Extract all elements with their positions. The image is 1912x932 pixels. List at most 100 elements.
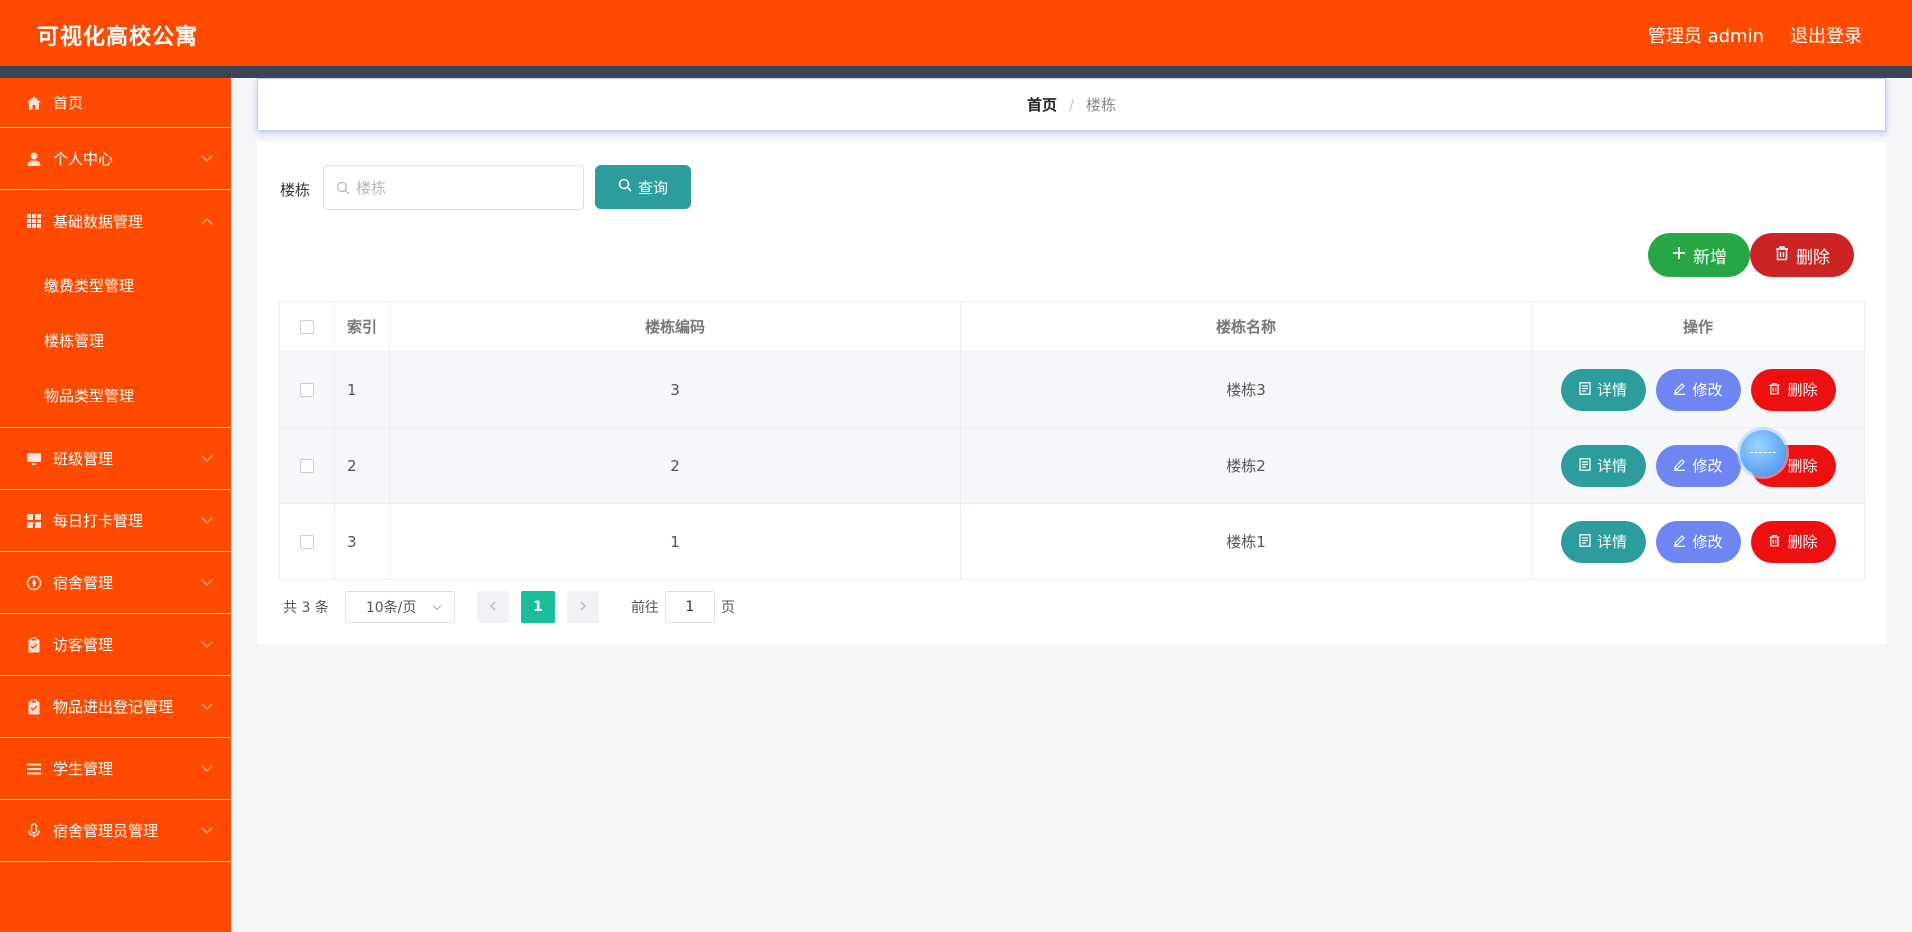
goto-page-input[interactable] (664, 591, 715, 623)
delete-label: 删除 (1787, 457, 1818, 475)
app-title: 可视化高校公寓 (37, 25, 199, 50)
search-label: 楼栋 (280, 181, 311, 199)
search-input[interactable] (356, 166, 576, 209)
building-table: 索引 楼栋编码 楼栋名称 操作 1 3 楼栋3 详情 修改 删除 2 2 楼栋2… (279, 301, 1865, 580)
detail-button[interactable]: 详情 (1560, 444, 1646, 487)
row-checkbox[interactable] (300, 383, 314, 397)
total-count: 共 3 条 (283, 600, 329, 616)
chevron-down-icon (201, 450, 213, 462)
microphone-icon (26, 822, 42, 839)
sidebar-item-daily-checkin[interactable]: 每日打卡管理 (0, 490, 231, 552)
header-index: 索引 (334, 301, 390, 352)
document-icon (1579, 533, 1591, 551)
sidebar-item-home[interactable]: 首页 (0, 78, 231, 128)
chevron-down-icon (201, 822, 213, 834)
header-divider-bar (0, 66, 1912, 78)
sidebar-item-label: 首页 (53, 94, 84, 112)
submenu-item-item-type[interactable]: 物品类型管理 (0, 368, 231, 423)
row-index: 3 (334, 503, 390, 580)
edit-label: 修改 (1692, 457, 1723, 475)
delete-button[interactable]: 删除 (1750, 520, 1836, 563)
submenu-item-building[interactable]: 楼栋管理 (0, 313, 231, 368)
row-checkbox[interactable] (300, 459, 314, 473)
breadcrumb: 首页 / 楼栋 (257, 78, 1886, 131)
delete-button[interactable]: 删除 (1750, 368, 1836, 411)
chevron-up-icon (201, 218, 213, 230)
batch-delete-button[interactable]: 删除 (1750, 233, 1854, 277)
row-actions: 详情 修改 删除 (1531, 427, 1865, 504)
search-icon (618, 178, 632, 196)
query-button-label: 查询 (637, 178, 668, 197)
detail-button[interactable]: 详情 (1560, 520, 1646, 563)
submenu-item-fee-type[interactable]: 缴费类型管理 (0, 258, 231, 313)
detail-button[interactable]: 详情 (1560, 368, 1646, 411)
sidebar-item-dorm[interactable]: 宿舍管理 (0, 552, 231, 614)
row-name: 楼栋3 (960, 351, 1532, 428)
trash-icon (1768, 533, 1781, 551)
breadcrumb-home[interactable]: 首页 (1027, 94, 1057, 115)
chevron-down-icon (201, 760, 213, 772)
sidebar-item-basic-data[interactable]: 基础数据管理 (0, 190, 231, 252)
breadcrumb-separator: / (1068, 95, 1075, 114)
sidebar-item-dorm-admin[interactable]: 宿舍管理员管理 (0, 800, 231, 862)
page-size-select[interactable]: 10条/页 (344, 591, 455, 623)
row-select-cell (279, 351, 335, 428)
delete-label: 删除 (1787, 533, 1818, 551)
chevron-left-icon (489, 599, 497, 615)
sidebar-item-label: 宿舍管理 (53, 574, 114, 592)
next-page-button[interactable] (566, 591, 599, 623)
add-button-label: 新增 (1693, 247, 1727, 268)
floating-assistant-button[interactable] (1740, 430, 1786, 476)
edit-label: 修改 (1692, 381, 1723, 399)
edit-button[interactable]: 修改 (1655, 368, 1741, 411)
pencil-icon (1673, 533, 1686, 551)
detail-label: 详情 (1596, 381, 1627, 399)
page-number-current[interactable]: 1 (520, 591, 555, 623)
sidebar-item-label: 学生管理 (53, 760, 114, 778)
chevron-down-icon (201, 574, 213, 586)
clipboard-check-icon (26, 699, 42, 715)
row-code: 2 (389, 427, 961, 504)
search-field[interactable] (323, 165, 584, 210)
breadcrumb-current: 楼栋 (1086, 96, 1117, 114)
row-select-cell (279, 503, 335, 580)
row-index: 1 (334, 351, 390, 428)
sidebar-item-visitor[interactable]: 访客管理 (0, 614, 231, 676)
select-all-checkbox[interactable] (300, 320, 314, 334)
row-code: 1 (389, 503, 961, 580)
row-select-cell (279, 427, 335, 504)
monitor-icon (26, 451, 42, 467)
detail-label: 详情 (1596, 457, 1627, 475)
sidebar-item-personal-center[interactable]: 个人中心 (0, 128, 231, 190)
chevron-right-icon (579, 599, 587, 615)
search-icon (336, 180, 350, 195)
edit-button[interactable]: 修改 (1655, 444, 1741, 487)
basic-data-submenu: 缴费类型管理 楼栋管理 物品类型管理 (0, 252, 231, 428)
document-icon (1579, 457, 1591, 475)
sidebar-item-class[interactable]: 班级管理 (0, 428, 231, 490)
batch-delete-label: 删除 (1796, 247, 1830, 268)
sidebar-item-goods-register[interactable]: 物品进出登记管理 (0, 676, 231, 738)
sidebar-item-label: 个人中心 (53, 150, 114, 168)
add-button[interactable]: 新增 (1648, 233, 1750, 277)
document-icon (1579, 381, 1591, 399)
row-name: 楼栋1 (960, 503, 1532, 580)
row-checkbox[interactable] (300, 535, 314, 549)
user-icon (26, 151, 42, 167)
query-button[interactable]: 查询 (595, 165, 691, 209)
row-name: 楼栋2 (960, 427, 1532, 504)
select-all-cell (279, 301, 335, 352)
prev-page-button[interactable] (476, 591, 509, 623)
list-icon (26, 761, 42, 777)
sidebar: 首页 个人中心 基础数据管理 缴费类型管理 楼栋管理 物品类型管理 班级管理 每… (0, 78, 231, 932)
edit-button[interactable]: 修改 (1655, 520, 1741, 563)
header-operation: 操作 (1531, 301, 1865, 352)
sidebar-item-label: 基础数据管理 (53, 212, 144, 231)
pagination: 共 3 条 10条/页 1 前往 页 (283, 591, 735, 623)
main-content: 楼栋 查询 新增 删除 索引 楼栋编码 楼栋名称 操作 (257, 142, 1886, 644)
top-header: 可视化高校公寓 管理员 admin 退出登录 (0, 0, 1912, 66)
sidebar-item-student[interactable]: 学生管理 (0, 738, 231, 800)
row-code: 3 (389, 351, 961, 428)
table-row: 1 3 楼栋3 详情 修改 删除 (279, 351, 1865, 428)
logout-link[interactable]: 退出登录 (1790, 22, 1862, 48)
